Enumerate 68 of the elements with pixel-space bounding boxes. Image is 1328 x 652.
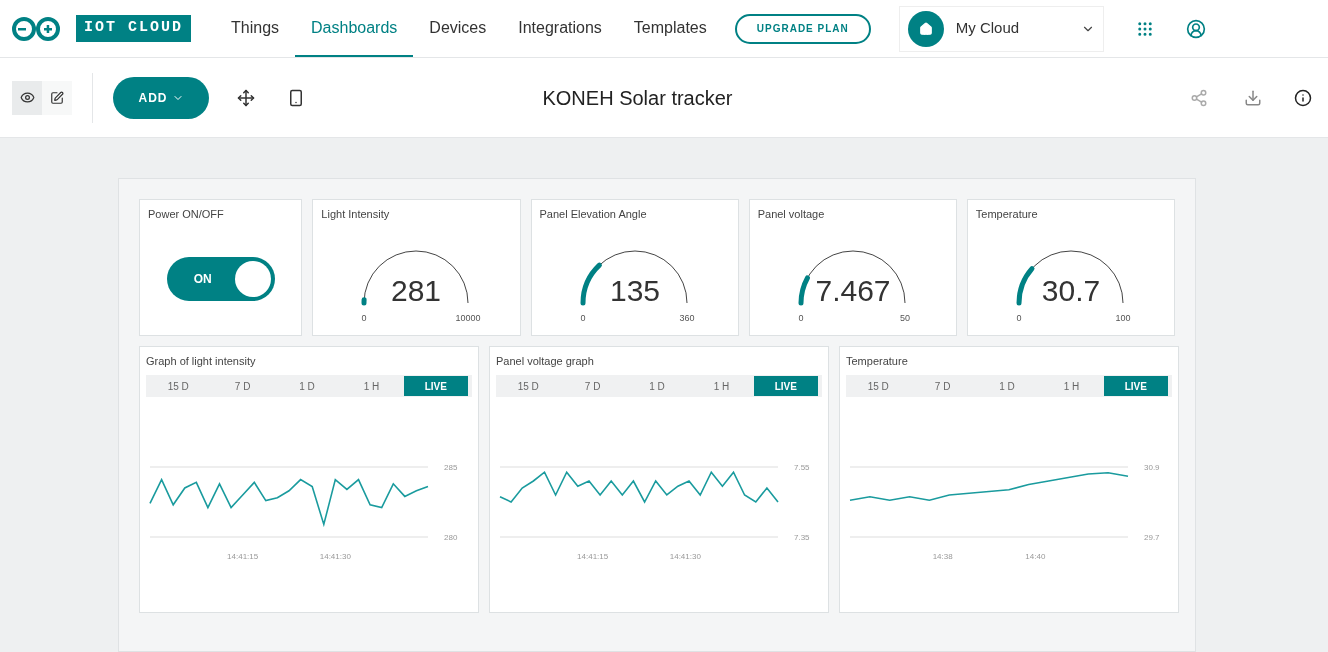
time-range-tab[interactable]: 1 H [1039, 376, 1104, 396]
y-tick-label: 280 [444, 533, 458, 542]
nav-link[interactable]: Templates [617, 0, 723, 57]
x-tick-label: 14:38 [932, 552, 953, 561]
user-icon[interactable] [1185, 18, 1206, 39]
widget-title: Panel voltage [757, 207, 826, 222]
x-tick-label: 14:41:15 [227, 552, 259, 561]
widget-title: Power ON/OFF [148, 207, 225, 222]
nav-link[interactable]: Things [215, 0, 296, 57]
space-selector[interactable]: My Cloud [898, 5, 1104, 52]
phone-icon[interactable] [287, 88, 305, 107]
x-tick-label: 14:41:30 [319, 552, 351, 561]
apps-grid-icon[interactable] [1135, 19, 1154, 38]
gauge-min: 0 [798, 312, 804, 323]
nav-link[interactable]: Devices [413, 0, 503, 57]
widget-title: Temperature [975, 207, 1039, 222]
gauge-max: 50 [899, 312, 910, 323]
gauge-value: 7.467 [815, 273, 891, 307]
upgrade-plan-button[interactable]: UPGRADE PLAN [734, 13, 871, 44]
gauge-max: 360 [679, 312, 695, 323]
mode-toggle[interactable] [42, 80, 72, 115]
chart-title: Panel voltage graph [496, 353, 595, 369]
gauge-max: 10000 [455, 312, 481, 323]
time-range-tab[interactable]: 1 D [624, 376, 690, 396]
dashboard-title: KONEH Solar tracker [542, 85, 733, 111]
move-icon[interactable] [237, 88, 255, 107]
mode-toggle[interactable] [12, 80, 42, 115]
gauge-value: 30.7 [1041, 273, 1101, 307]
download-icon[interactable] [1244, 88, 1262, 107]
time-range-tab[interactable]: 1 H [689, 376, 754, 396]
gauge-min: 0 [361, 312, 367, 323]
widget-title: Panel Elevation Angle [539, 207, 648, 222]
gauge-min: 0 [1016, 312, 1022, 323]
gauge-value: 135 [609, 273, 660, 307]
gauge-max: 100 [1115, 312, 1131, 323]
y-tick-label: 30.9 [1144, 463, 1160, 472]
time-range-tab[interactable]: 7 D [910, 376, 975, 396]
edit-icon [50, 90, 64, 105]
time-range-tab[interactable]: 1 D [974, 376, 1040, 396]
nav-link[interactable]: Integrations [502, 0, 618, 57]
y-tick-label: 285 [444, 463, 458, 472]
widget-title: Light Intensity [321, 207, 391, 222]
chart-title: Temperature [846, 353, 909, 369]
chart-title: Graph of light intensity [146, 353, 257, 369]
y-tick-label: 29.7 [1144, 533, 1160, 542]
gauge-min: 0 [580, 312, 586, 323]
logo-text: IOT CLOUD [76, 15, 191, 42]
x-tick-label: 14:41:30 [669, 552, 701, 561]
time-range-tab[interactable]: 1 H [339, 376, 404, 396]
y-tick-label: 7.55 [794, 463, 810, 472]
x-tick-label: 14:41:15 [577, 552, 609, 561]
time-range-tab[interactable]: 7 D [210, 376, 275, 396]
eye-icon [19, 90, 35, 105]
time-range-tab[interactable]: LIVE [753, 376, 819, 396]
y-tick-label: 7.35 [794, 533, 810, 542]
time-range-tab[interactable]: 7 D [560, 376, 625, 396]
x-tick-label: 14:40 [1025, 552, 1046, 561]
home-icon [907, 10, 944, 47]
time-range-tab[interactable]: LIVE [403, 376, 469, 396]
time-range-tab[interactable]: 1 D [274, 376, 340, 396]
time-range-tab[interactable]: 15 D [496, 376, 561, 396]
time-range-tab[interactable]: LIVE [1103, 376, 1169, 396]
time-range-tab[interactable]: 15 D [146, 376, 211, 396]
time-range-tab[interactable]: 15 D [846, 376, 911, 396]
info-icon[interactable] [1294, 88, 1312, 107]
gauge-value: 281 [391, 273, 442, 307]
power-toggle[interactable]: ON [166, 256, 275, 301]
add-button[interactable]: ADD [113, 76, 209, 119]
